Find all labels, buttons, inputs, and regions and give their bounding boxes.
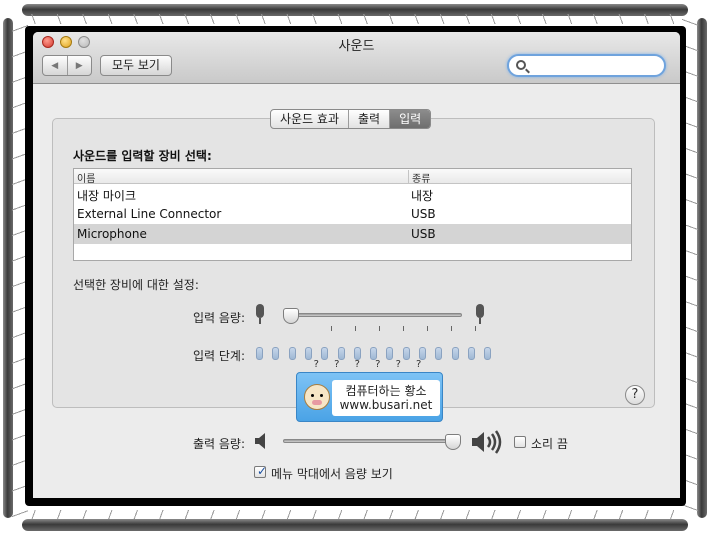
slider-tick — [427, 326, 428, 331]
device-type: USB — [411, 207, 436, 221]
column-header-name[interactable]: 이름 — [77, 170, 95, 185]
level-segment — [304, 347, 312, 360]
cow-icon — [304, 384, 330, 410]
speaker-low-icon — [255, 433, 265, 449]
window-titlebar: 사운드 ◀ ▶ 모두 보기 — [33, 32, 680, 84]
level-segment — [402, 347, 410, 360]
settings-title: 선택한 장비에 대한 설정: — [73, 278, 199, 292]
level-segment — [337, 347, 345, 360]
input-level-label: 입력 단계: — [192, 349, 245, 363]
input-volume-knob[interactable] — [283, 308, 299, 324]
slider-tick — [379, 326, 380, 331]
tab-input[interactable]: 입력 — [390, 110, 431, 128]
mute-label: 소리 끔 — [531, 437, 568, 451]
level-segment — [451, 347, 459, 360]
output-volume-slider[interactable] — [283, 439, 458, 443]
input-volume-slider[interactable] — [284, 313, 462, 317]
level-segment — [321, 347, 329, 360]
slider-tick — [331, 326, 332, 331]
level-segment — [386, 347, 394, 360]
forward-arrow-icon[interactable]: ▶ — [68, 56, 92, 75]
level-segment — [435, 347, 443, 360]
frame-rail-bottom — [22, 519, 688, 531]
watermark-dots: ? ? ? ? ? ? — [313, 359, 428, 370]
slider-tick — [355, 326, 356, 331]
search-icon — [516, 60, 526, 70]
device-type: 내장 — [411, 189, 434, 203]
mic-high-icon — [475, 304, 485, 324]
menubar-volume-checkbox[interactable]: ✓ — [254, 464, 268, 478]
checkmark-icon: ✓ — [257, 464, 268, 478]
level-segment — [467, 347, 475, 360]
level-segment — [256, 347, 263, 360]
column-header-type[interactable]: 종류 — [408, 170, 430, 185]
device-name: 내장 마이크 — [77, 189, 137, 203]
help-button[interactable]: ? — [625, 385, 645, 405]
tab-bar: 사운드 효과 출력 입력 — [270, 109, 432, 129]
level-segment — [288, 347, 296, 360]
tab-sound-effects[interactable]: 사운드 효과 — [271, 110, 350, 128]
frame-lace-top — [22, 14, 688, 24]
table-header: 이름 종류 — [74, 169, 631, 185]
window-title: 사운드 — [338, 39, 375, 54]
device-name: Microphone — [77, 227, 147, 241]
watermark-text: 컴퓨터하는 황소 — [345, 384, 427, 398]
slider-tick — [403, 326, 404, 331]
search-field[interactable] — [507, 54, 666, 77]
output-volume-label: 출력 음량: — [192, 437, 245, 451]
table-row-selected[interactable]: Microphone USB — [74, 224, 631, 244]
watermark-logo: ? ? ? ? ? ? 컴퓨터하는 황소 www.busari.net — [296, 359, 443, 422]
show-all-button[interactable]: 모두 보기 — [100, 55, 172, 76]
device-section-title: 사운드를 입력할 장비 선택: — [73, 149, 212, 163]
level-segment — [484, 347, 492, 360]
level-segment — [272, 347, 280, 360]
mute-checkbox[interactable] — [514, 436, 526, 448]
frame-rail-right — [697, 18, 707, 518]
slider-tick — [451, 326, 452, 331]
tab-output[interactable]: 출력 — [349, 110, 391, 128]
device-type: USB — [411, 227, 436, 241]
input-volume-label: 입력 음량: — [192, 311, 245, 325]
mic-low-icon — [255, 304, 265, 324]
table-row[interactable]: External Line Connector USB — [74, 204, 631, 224]
level-segment — [353, 347, 361, 360]
output-volume-knob[interactable] — [445, 434, 461, 450]
watermark-url: www.busari.net — [339, 398, 433, 412]
menubar-volume-label: 메뉴 막대에서 음량 보기 — [271, 467, 393, 481]
level-segment — [370, 347, 378, 360]
back-arrow-icon[interactable]: ◀ — [43, 56, 68, 75]
device-name: External Line Connector — [77, 207, 222, 221]
table-row[interactable]: 내장 마이크 내장 — [74, 184, 631, 204]
device-table: 이름 종류 내장 마이크 내장 External Line Connector … — [73, 168, 632, 261]
back-forward-control: ◀ ▶ — [42, 55, 92, 76]
sound-preferences-window: 사운드 ◀ ▶ 모두 보기 사운드 효과 출력 입력 사운드를 입력할 장비 선… — [33, 32, 680, 498]
slider-tick — [475, 326, 476, 331]
level-segment — [419, 347, 426, 360]
speaker-high-icon — [472, 430, 502, 454]
